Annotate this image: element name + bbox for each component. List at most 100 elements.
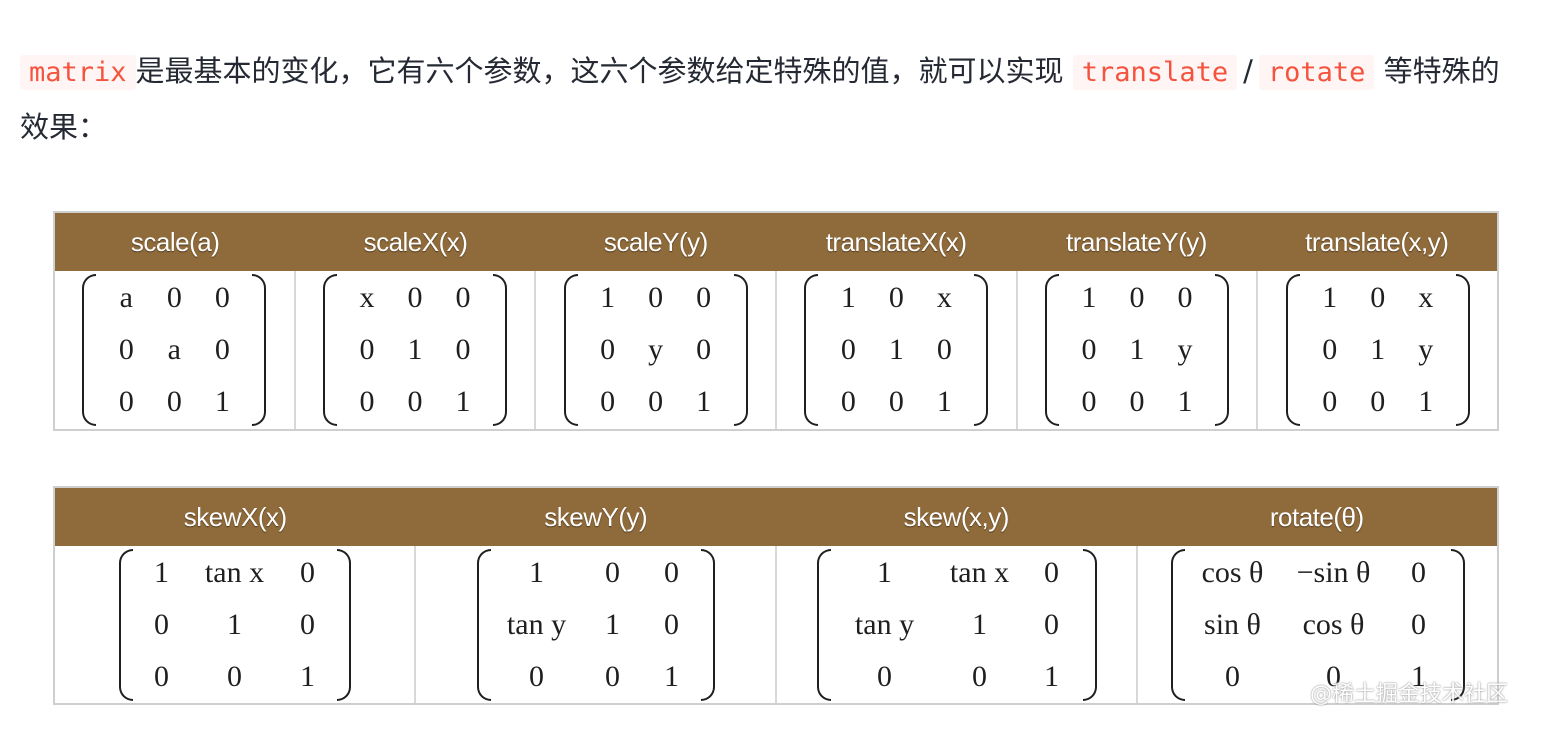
matrix-translatex: 1 0 x 0 1 0 0 0 1 (804, 274, 989, 426)
slash: / (1243, 54, 1253, 88)
left-bracket (1285, 274, 1300, 426)
matrix-entry: tan x (204, 555, 265, 589)
matrix-entry: 0 (300, 555, 315, 589)
matrix-entry: 0 (648, 385, 664, 418)
matrix-entry: 0 (840, 385, 856, 418)
matrix-entry: 0 (300, 607, 315, 641)
matrix-entry: 0 (529, 659, 544, 693)
matrix-entry: a (119, 281, 133, 314)
matrix-cell-translatey: 1 0 0 0 1 y 0 0 1 (1015, 271, 1257, 429)
transform-table-1: scale(a) scaleX(x) scaleY(y) translateX(… (53, 211, 1499, 431)
matrix-entry: 1 (888, 333, 904, 366)
matrix-entry: y (1418, 333, 1434, 366)
matrix-entry: 0 (840, 333, 856, 366)
matrix-entry: sin θ (1204, 607, 1261, 641)
matrix-entry: 0 (1411, 555, 1426, 589)
intro-paragraph: matrix 是最基本的变化，它有六个参数，这六个参数给定特殊的值，就可以实现 t… (20, 44, 1520, 155)
matrix-entry: 0 (605, 555, 620, 589)
table-2-body: 1 tan x 0 0 1 0 0 0 1 1 0 0 tan y 1 0 0 … (55, 546, 1497, 703)
matrix-entry: tan x (949, 555, 1010, 589)
matrix-entry: 0 (1411, 607, 1426, 641)
matrix-entry: 0 (214, 281, 230, 314)
matrix-translate: 1 0 x 0 1 y 0 0 1 (1285, 274, 1470, 426)
matrix-entry: 1 (529, 555, 544, 589)
code-matrix: matrix (20, 55, 136, 90)
header-translatey: translateY(y) (1066, 226, 1207, 257)
left-bracket (804, 274, 819, 426)
matrix-entry: x (936, 281, 952, 314)
right-bracket (336, 548, 351, 701)
matrix-entry: −sin θ (1296, 555, 1371, 589)
matrix-entry: tan y (854, 607, 915, 641)
matrix-entry: 0 (1322, 385, 1338, 418)
header-translate: translate(x,y) (1305, 226, 1449, 257)
right-bracket (252, 274, 267, 426)
matrix-grid: 1 0 0 0 y 0 0 0 1 (578, 274, 734, 426)
matrix-grid: 1 tan x 0 tan y 1 0 0 0 1 (831, 549, 1083, 701)
left-bracket (816, 548, 831, 701)
matrix-entry: cos θ (1201, 555, 1264, 589)
right-bracket (733, 274, 748, 426)
right-bracket (1455, 274, 1470, 426)
table-1-body: a 0 0 0 a 0 0 0 1 x 0 0 0 1 0 0 0 1 1 0 … (55, 271, 1497, 429)
table-2-header: skewX(x) skewY(y) skew(x,y) rotate(θ) (55, 488, 1497, 546)
matrix-entry: 0 (1044, 607, 1059, 641)
table-1-header: scale(a) scaleX(x) scaleY(y) translateX(… (55, 213, 1497, 271)
matrix-entry: 0 (600, 385, 616, 418)
matrix-grid: 1 0 x 0 1 y 0 0 1 (1300, 274, 1456, 426)
header-rotate: rotate(θ) (1269, 501, 1364, 532)
matrix-entry: 0 (664, 607, 679, 641)
matrix-entry: 1 (972, 607, 987, 641)
matrix-entry: 0 (407, 281, 423, 314)
intro-text-1: 是最基本的变化，它有六个参数，这六个参数给定特殊的值，就可以实现 (135, 54, 1064, 88)
header-scale: scale(a) (130, 226, 220, 257)
matrix-entry: 0 (455, 333, 471, 366)
matrix-entry: 0 (118, 385, 134, 418)
matrix-entry: 1 (214, 385, 230, 418)
code-rotate: rotate (1258, 55, 1375, 90)
matrix-entry: 1 (455, 385, 471, 418)
code-translate: translate (1072, 55, 1238, 90)
matrix-entry: x (1418, 281, 1434, 314)
matrix-entry: 0 (455, 281, 471, 314)
matrix-entry: 0 (605, 659, 620, 693)
matrix-scaley: 1 0 0 0 y 0 0 0 1 (563, 274, 748, 426)
matrix-entry: 0 (1322, 333, 1338, 366)
matrix-skewy: 1 0 0 tan y 1 0 0 0 1 (476, 548, 715, 701)
matrix-entry: 0 (1129, 385, 1145, 418)
matrix-cell-scaley: 1 0 0 0 y 0 0 0 1 (534, 271, 775, 429)
matrix-grid: 1 0 0 tan y 1 0 0 0 1 (491, 549, 701, 701)
matrix-entry: 0 (1081, 333, 1097, 366)
matrix-entry: 0 (359, 385, 375, 418)
left-bracket (118, 548, 133, 701)
matrix-grid: a 0 0 0 a 0 0 0 1 (96, 274, 252, 426)
header-scalex: scaleX(x) (363, 226, 468, 257)
matrix-entry: y (1177, 333, 1193, 366)
right-bracket (493, 274, 507, 426)
left-bracket (323, 274, 337, 426)
matrix-entry: 0 (888, 281, 904, 314)
left-bracket (563, 274, 578, 426)
matrix-entry: cos θ (1302, 607, 1365, 641)
matrix-entry: 1 (1129, 333, 1145, 366)
matrix-entry: 0 (1225, 659, 1240, 693)
matrix-entry: 0 (154, 659, 169, 693)
header-scaley: scaleY(y) (603, 226, 708, 257)
matrix-entry: 1 (1044, 659, 1059, 693)
matrix-entry: 1 (300, 659, 315, 693)
matrix-entry: 0 (359, 333, 375, 366)
matrix-entry: 1 (696, 385, 712, 418)
matrix-entry: x (359, 281, 375, 314)
matrix-entry: y (648, 333, 664, 366)
matrix-entry: 1 (664, 659, 679, 693)
watermark: @稀土掘金技术社区 (1310, 682, 1509, 707)
header-translatex: translateX(x) (825, 226, 967, 257)
matrix-entry: 0 (888, 385, 904, 418)
right-bracket (1215, 274, 1230, 426)
matrix-entry: 0 (1177, 281, 1193, 314)
matrix-entry: 1 (877, 555, 892, 589)
right-bracket (1082, 548, 1097, 701)
right-bracket (700, 548, 715, 701)
matrix-entry: 0 (1081, 385, 1097, 418)
matrix-grid: 1 tan x 0 0 1 0 0 0 1 (133, 549, 337, 701)
